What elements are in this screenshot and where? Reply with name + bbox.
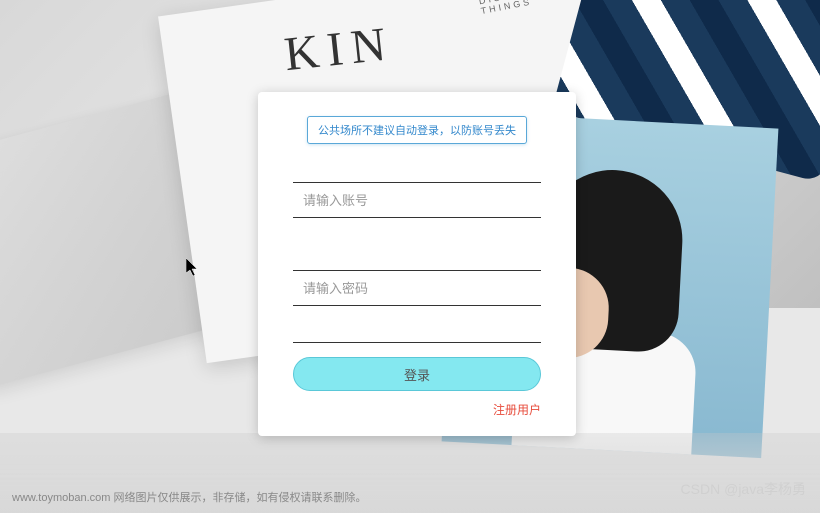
login-card: 公共场所不建议自动登录，以防账号丢失 登录 注册用户 bbox=[258, 92, 576, 436]
password-input[interactable] bbox=[293, 270, 541, 306]
watermark-right: CSDN @java李杨勇 bbox=[681, 479, 806, 499]
divider bbox=[293, 342, 541, 343]
register-link[interactable]: 注册用户 bbox=[293, 401, 541, 418]
login-button[interactable]: 登录 bbox=[293, 357, 541, 391]
username-input[interactable] bbox=[293, 182, 541, 218]
watermark-left: www.toymoban.com 网络图片仅供展示，非存储，如有侵权请联系删除。 bbox=[12, 489, 366, 505]
warning-badge: 公共场所不建议自动登录，以防账号丢失 bbox=[307, 116, 527, 144]
book-title: KIN bbox=[282, 16, 396, 82]
